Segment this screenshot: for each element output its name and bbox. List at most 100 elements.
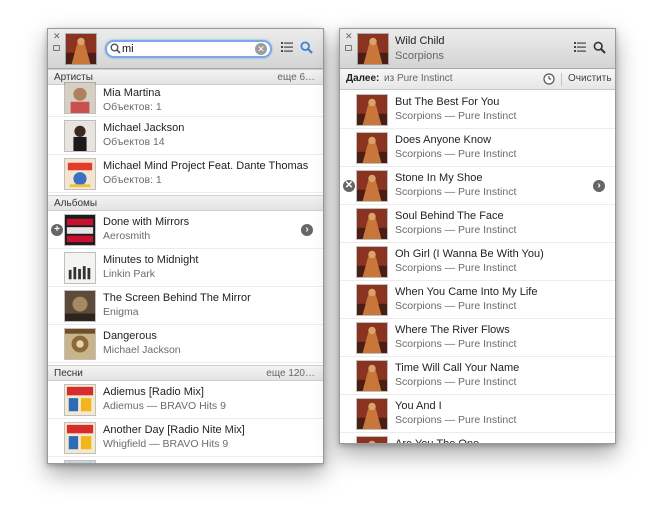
minimize-icon[interactable]	[345, 45, 352, 51]
album-art	[356, 322, 388, 354]
track-subtitle: Scorpions — Pure Instinct	[395, 338, 517, 350]
search-input[interactable]	[122, 42, 252, 56]
now-playing-title: Wild Child	[395, 35, 445, 47]
track-subtitle: Scorpions — Pure Instinct	[395, 110, 517, 122]
up-next-bar: Далее: из Pure Instinct Очистить	[340, 69, 615, 90]
queue-track-row[interactable]: You And I Scorpions — Pure Instinct	[340, 395, 615, 433]
track-subtitle: Scorpions — Pure Instinct	[395, 262, 517, 274]
divider	[561, 73, 562, 86]
queue-track-row[interactable]: Where The River Flows Scorpions — Pure In…	[340, 319, 615, 357]
section-songs: Песни еще 120…	[48, 365, 323, 381]
track-subtitle: Scorpions — Pure Instinct	[395, 414, 517, 426]
album-title: Dangerous	[103, 330, 157, 342]
artist-count: Объектов: 1	[103, 101, 162, 113]
artist-row[interactable]: Michael Mind Project Feat. Dante Thomas …	[48, 155, 323, 193]
song-title: Adiemus [Radio Mix]	[103, 386, 204, 398]
artist-row[interactable]: Mia Martina Объектов: 1	[48, 82, 323, 117]
x-circle-icon[interactable]: ✕	[343, 180, 355, 192]
queue-track-row[interactable]: Soul Behind The Face Scorpions — Pure Ins…	[340, 205, 615, 243]
more-songs-link[interactable]: еще 120…	[266, 367, 315, 381]
close-icon[interactable]: ✕	[53, 31, 61, 41]
track-title: Soul Behind The Face	[395, 210, 504, 222]
current-album-art	[65, 33, 97, 65]
album-art	[356, 132, 388, 164]
album-title: The Screen Behind The Mirror	[103, 292, 251, 304]
clear-search-icon[interactable]: ✕	[255, 43, 267, 55]
album-art	[356, 398, 388, 430]
song-row[interactable]: Another Day [Radio Nite Mix] Whigfield —…	[48, 419, 323, 457]
album-art	[356, 360, 388, 392]
artist-count: Объектов 14	[103, 136, 165, 148]
track-subtitle: Scorpions — Pure Instinct	[395, 148, 517, 160]
artist-name: Mia Martina	[103, 87, 161, 99]
album-art	[64, 460, 96, 463]
album-artist: Linkin Park	[103, 268, 155, 280]
up-next-source: из Pure Instinct	[384, 73, 453, 84]
album-art	[356, 246, 388, 278]
artist-row[interactable]: Michael Jackson Объектов 14	[48, 117, 323, 155]
search-panel: ✕ ✕ Артисты еще 6…	[47, 28, 324, 464]
queue-track-row[interactable]: But The Best For You Scorpions — Pure Ins…	[340, 91, 615, 129]
album-artist: Enigma	[103, 306, 139, 318]
album-art	[356, 208, 388, 240]
track-title: Oh Girl (I Wanna Be With You)	[395, 248, 544, 260]
album-artist: Aerosmith	[103, 230, 151, 242]
album-art	[356, 436, 388, 443]
queue-track-row[interactable]: Time Will Call Your Name Scorpions — Pure…	[340, 357, 615, 395]
search-icon	[110, 43, 121, 54]
plus-circle-icon[interactable]: +	[51, 224, 63, 236]
track-title: You And I	[395, 400, 442, 412]
search-field[interactable]: ✕	[105, 40, 272, 58]
queue-track-row[interactable]: ✕ › Stone In My Shoe Scorpions — Pure Insti…	[340, 167, 615, 205]
list-icon[interactable]	[281, 42, 293, 52]
track-title: Are You The One	[395, 438, 480, 444]
clock-icon[interactable]	[543, 73, 555, 85]
list-icon[interactable]	[574, 42, 586, 52]
arrow-right-circle-icon[interactable]: ›	[301, 224, 313, 236]
queue-track-row[interactable]: Does Anyone Know Scorpions — Pure Instinc…	[340, 129, 615, 167]
more-artists-link[interactable]: еще 6…	[277, 71, 315, 85]
close-icon[interactable]: ✕	[345, 31, 353, 41]
album-art	[64, 290, 96, 322]
section-title: Песни	[54, 368, 83, 379]
search-icon[interactable]	[300, 41, 313, 54]
clear-queue-button[interactable]: Очистить	[568, 69, 612, 89]
album-row[interactable]: + Done with Mirrors Aerosmith ›	[48, 211, 323, 249]
album-art	[64, 120, 96, 152]
song-row[interactable]	[48, 457, 323, 463]
artist-count: Объектов: 1	[103, 174, 162, 186]
now-playing-artist: Scorpions	[395, 50, 444, 62]
song-row[interactable]: Adiemus [Radio Mix] Adiemus — BRAVO Hits…	[48, 381, 323, 419]
artist-name: Michael Mind Project Feat. Dante Thomas	[103, 160, 309, 172]
track-subtitle: Scorpions — Pure Instinct	[395, 376, 517, 388]
album-art	[64, 328, 96, 360]
album-art	[64, 422, 96, 454]
track-subtitle: Scorpions — Pure Instinct	[395, 186, 517, 198]
track-title: Time Will Call Your Name	[395, 362, 520, 374]
album-title: Minutes to Midnight	[103, 254, 199, 266]
track-title: Does Anyone Know	[395, 134, 492, 146]
album-art	[64, 384, 96, 416]
album-row[interactable]: The Screen Behind The Mirror Enigma	[48, 287, 323, 325]
album-art	[356, 170, 388, 202]
queue-track-row[interactable]: Oh Girl (I Wanna Be With You) Scorpions —…	[340, 243, 615, 281]
album-row[interactable]: Dangerous Michael Jackson	[48, 325, 323, 363]
minimize-icon[interactable]	[53, 45, 60, 51]
now-playing-album-art	[357, 33, 389, 65]
song-title: Another Day [Radio Nite Mix]	[103, 424, 245, 436]
album-row[interactable]: Minutes to Midnight Linkin Park	[48, 249, 323, 287]
artist-name: Michael Jackson	[103, 122, 185, 134]
queue-panel: ✕ Wild Child Scorpions Далее: из Pure In…	[339, 28, 616, 444]
track-title: Where The River Flows	[395, 324, 510, 336]
track-title: When You Came Into My Life	[395, 286, 538, 298]
arrow-right-circle-icon[interactable]: ›	[593, 180, 605, 192]
queue-track-row[interactable]: Are You The OneScorpions — Pure Instinct	[340, 433, 615, 444]
album-title: Done with Mirrors	[103, 216, 190, 228]
album-art	[356, 94, 388, 126]
track-subtitle: Scorpions — Pure Instinct	[395, 300, 517, 312]
album-art	[356, 284, 388, 316]
album-art	[64, 252, 96, 284]
track-subtitle: Scorpions — Pure Instinct	[395, 224, 517, 236]
search-icon[interactable]	[593, 41, 606, 54]
queue-track-row[interactable]: When You Came Into My Life Scorpions — Pu…	[340, 281, 615, 319]
